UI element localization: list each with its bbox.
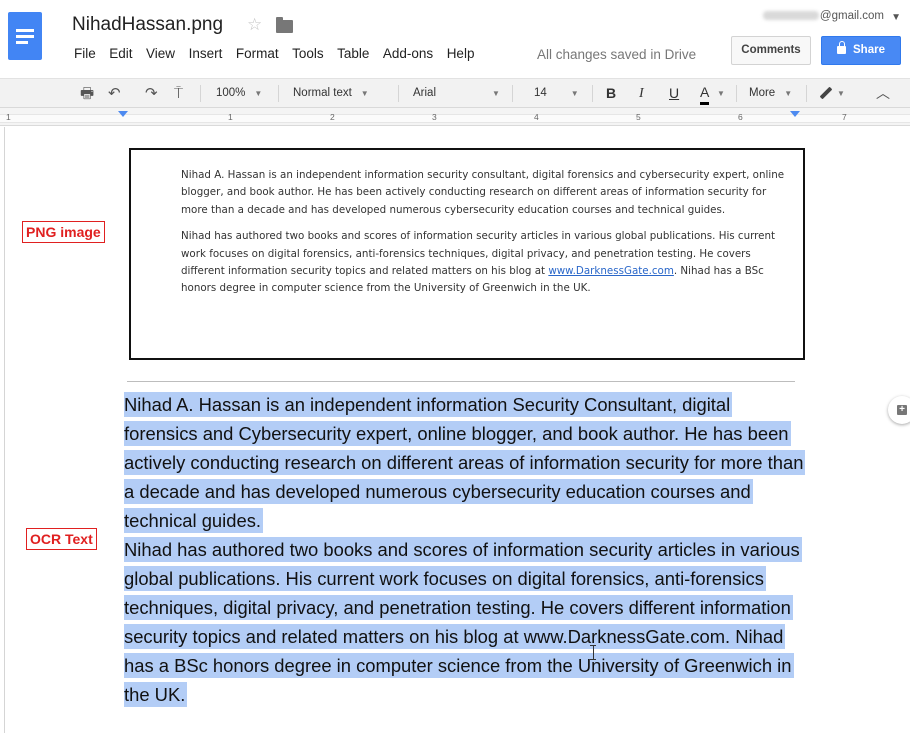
chevron-down-icon: ▼ bbox=[492, 89, 500, 98]
save-status: All changes saved in Drive bbox=[537, 47, 697, 62]
png-image-label: PNG image bbox=[22, 221, 105, 243]
toolbar-divider bbox=[278, 85, 279, 102]
ruler-number: 1 bbox=[228, 112, 233, 122]
zoom-select[interactable]: 100% ▼ bbox=[216, 79, 262, 108]
toolbar-divider bbox=[806, 85, 807, 102]
ruler-number: 6 bbox=[738, 112, 743, 122]
header: NihadHassan.png ☆ @gmail.com ▼ File Edit… bbox=[0, 0, 910, 78]
undo-icon[interactable]: ↶ bbox=[108, 79, 121, 108]
formatting-toolbar: 🖶 ↶ ↷ ⍑ 100% ▼ Normal text ▼ Arial ▼ 14 ▼ B … bbox=[0, 78, 910, 108]
pencil-icon bbox=[819, 86, 833, 100]
font-select[interactable]: Arial ▼ bbox=[413, 79, 500, 108]
more-button[interactable]: More ▼ bbox=[749, 79, 792, 108]
chevron-down-icon: ▼ bbox=[784, 89, 793, 98]
toolbar-divider bbox=[736, 85, 737, 102]
menu-tools[interactable]: Tools bbox=[292, 46, 324, 61]
png-paragraph-2: Nihad has authored two books and scores … bbox=[181, 230, 776, 295]
italic-button[interactable]: I bbox=[639, 79, 644, 108]
bold-button[interactable]: B bbox=[606, 79, 616, 108]
ocr-paragraph-2[interactable]: Nihad has authored two books and scores … bbox=[124, 535, 804, 709]
print-icon[interactable]: 🖶 bbox=[80, 79, 94, 108]
ruler-number: 2 bbox=[330, 112, 335, 122]
account-email[interactable]: @gmail.com bbox=[762, 10, 884, 22]
ruler[interactable]: 1 1 2 3 4 5 6 7 bbox=[0, 108, 910, 126]
share-button[interactable]: Share bbox=[821, 36, 901, 65]
toolbar-divider bbox=[512, 85, 513, 102]
png-paragraph-1: Nihad A. Hassan is an independent inform… bbox=[181, 169, 785, 216]
chevron-down-icon: ▼ bbox=[837, 89, 845, 98]
menu-view[interactable]: View bbox=[146, 46, 175, 61]
document-title[interactable]: NihadHassan.png bbox=[72, 14, 223, 36]
chevron-down-icon[interactable]: ▼ bbox=[891, 12, 901, 23]
collapse-icon[interactable]: ︿ bbox=[876, 79, 890, 108]
redo-icon[interactable]: ↷ bbox=[145, 79, 158, 108]
menu-add-ons[interactable]: Add-ons bbox=[383, 46, 433, 61]
toolbar-divider bbox=[592, 85, 593, 102]
lock-icon bbox=[837, 41, 847, 54]
menu-file[interactable]: File bbox=[74, 46, 96, 61]
left-indent-marker[interactable] bbox=[118, 111, 128, 117]
docs-logo-icon[interactable] bbox=[8, 12, 42, 60]
comments-button[interactable]: Comments bbox=[731, 36, 811, 65]
menu-help[interactable]: Help bbox=[447, 46, 475, 61]
ruler-number: 4 bbox=[534, 112, 539, 122]
menu-bar: File Edit View Insert Format Tools Table… bbox=[74, 46, 488, 61]
ocr-text-label: OCR Text bbox=[26, 528, 97, 550]
star-icon[interactable]: ☆ bbox=[247, 15, 262, 35]
horizontal-line bbox=[127, 381, 795, 382]
text-cursor-icon bbox=[590, 645, 596, 660]
ruler-number: 1 bbox=[6, 112, 11, 122]
toolbar-divider bbox=[398, 85, 399, 102]
ocr-text[interactable]: Nihad A. Hassan is an independent inform… bbox=[124, 390, 806, 709]
folder-icon[interactable] bbox=[276, 17, 293, 33]
menu-edit[interactable]: Edit bbox=[109, 46, 132, 61]
png-image[interactable]: Nihad A. Hassan is an independent inform… bbox=[129, 148, 805, 360]
chevron-down-icon[interactable]: ▼ bbox=[717, 79, 725, 108]
font-size-select[interactable]: 14 ▼ bbox=[534, 79, 579, 108]
page-edge bbox=[4, 127, 5, 733]
ruler-number: 7 bbox=[842, 112, 847, 122]
add-comment-button[interactable]: + bbox=[888, 396, 910, 424]
redacted-username bbox=[762, 11, 819, 21]
ruler-number: 5 bbox=[636, 112, 641, 122]
ruler-number: 3 bbox=[432, 112, 437, 122]
right-indent-marker[interactable] bbox=[790, 111, 800, 117]
ruler-track bbox=[0, 114, 910, 123]
paint-format-icon[interactable]: ⍑ bbox=[174, 79, 183, 108]
chevron-down-icon: ▼ bbox=[360, 89, 369, 98]
menu-table[interactable]: Table bbox=[337, 46, 369, 61]
underline-button[interactable]: U bbox=[669, 79, 679, 108]
ocr-paragraph-1[interactable]: Nihad A. Hassan is an independent inform… bbox=[124, 390, 806, 535]
editing-mode-button[interactable]: ▼ bbox=[819, 79, 845, 108]
chevron-down-icon: ▼ bbox=[570, 89, 579, 98]
paragraph-style-select[interactable]: Normal text ▼ bbox=[293, 79, 369, 108]
menu-format[interactable]: Format bbox=[236, 46, 279, 61]
text-color-button[interactable]: A bbox=[700, 84, 710, 105]
chevron-down-icon: ▼ bbox=[254, 89, 263, 98]
menu-insert[interactable]: Insert bbox=[189, 46, 223, 61]
toolbar-divider bbox=[200, 85, 201, 102]
png-link: www.DarknessGate.com bbox=[548, 265, 674, 278]
add-comment-icon: + bbox=[897, 405, 907, 415]
